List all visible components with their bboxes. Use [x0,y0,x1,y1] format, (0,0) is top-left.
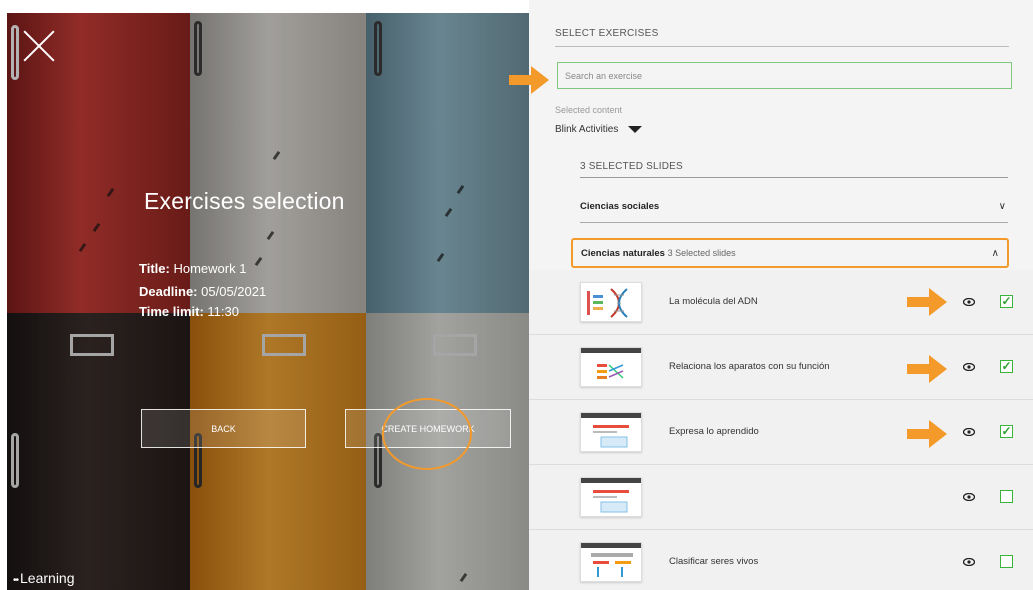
accordion-ciencias-naturales[interactable]: Ciencias naturales 3 Selected slides ∧ [571,238,1009,268]
pointer-arrow-icon [907,355,947,383]
exercise-checkbox[interactable]: ✓ [1000,295,1013,308]
pointer-arrow-icon [907,288,947,316]
info-label: Deadline: [139,284,198,299]
dark-overlay [7,13,529,590]
write-thumbnail-icon [593,425,629,448]
info-value: Homework 1 [173,261,247,276]
page-title: Exercises selection [144,188,345,214]
accordion-ciencias-sociales[interactable]: Ciencias sociales ∨ [580,196,1006,216]
info-label: Title: [139,261,170,276]
exercise-checkbox[interactable] [1000,555,1013,568]
exercise-thumbnail [580,347,642,387]
match-thumbnail-icon [597,364,624,379]
back-button[interactable]: BACK [141,409,306,448]
exercise-row: Clasificar seres vivos [529,530,1033,590]
write-thumbnail-icon [593,490,629,513]
info-value: 11:30 [207,304,239,319]
time-limit-info: Time limit: 11:30 [139,303,239,320]
eye-icon[interactable] [963,558,975,566]
section-title: SELECT EXERCISES [555,28,659,39]
exercise-checkbox[interactable]: ✓ [1000,425,1013,438]
exercise-checkbox[interactable]: ✓ [1000,360,1013,373]
caret-down-icon [628,126,643,133]
info-label: Time limit: [139,304,204,319]
eye-icon[interactable] [963,428,975,436]
divider [580,222,1008,223]
accordion-title: Ciencias naturales [581,247,665,259]
homework-title-info: Title: Homework 1 [139,260,246,277]
brand-dots: •• [13,575,19,586]
exercise-thumbnail [580,412,642,452]
exercise-row: Relaciona los aparatos con su función ✓ [529,335,1033,400]
exercise-thumbnail [580,477,642,517]
brand-name: Learning [20,570,75,586]
exercise-selection-panel: SELECT EXERCISES Selected content Blink … [509,0,1033,590]
background-panel: Exercises selection Title: Homework 1 De… [7,13,529,590]
eye-icon[interactable] [963,493,975,501]
search-input[interactable] [557,62,1012,89]
selected-content-label: Selected content [555,105,623,115]
eye-icon[interactable] [963,298,975,306]
exercise-title: Expresa lo aprendido [669,426,759,437]
exercise-title: Relaciona los aparatos con su función [669,361,830,372]
exercise-thumbnail [580,542,642,582]
deadline-info: Deadline: 05/05/2021 [139,283,266,300]
exercise-title: La molécula del ADN [669,296,758,307]
exercise-checkbox[interactable] [1000,490,1013,503]
divider [555,46,1009,47]
exercise-row: Expresa lo aprendido ✓ [529,400,1033,465]
chevron-down-icon: ∨ [998,200,1006,212]
exercise-row: La molécula del ADN ✓ [529,270,1033,335]
accordion-title: Ciencias sociales [580,200,660,212]
eye-icon[interactable] [963,363,975,371]
dropdown-value: Blink Activities [555,124,619,135]
brand-logo: •• Learning [13,570,75,586]
exercise-list: La molécula del ADN ✓ Relaciona los apar… [529,270,1033,590]
exercise-title: Clasificar seres vivos [669,556,759,567]
classify-thumbnail-icon [591,553,633,577]
exercise-thumbnail [580,282,642,322]
accordion-subtitle: 3 Selected slides [667,247,736,258]
accordion-heading: Ciencias naturales 3 Selected slides [581,248,736,259]
info-value: 05/05/2021 [201,284,267,299]
close-icon[interactable] [22,29,56,63]
create-homework-button[interactable]: CREATE HOMEWORK [345,409,511,448]
selection-header: SELECT EXERCISES Selected content Blink … [509,0,1033,270]
selected-slides-count: 3 SELECTED SLIDES [580,161,683,172]
chevron-up-icon: ∧ [991,247,999,259]
content-source-dropdown[interactable]: Blink Activities [555,124,643,135]
dna-thumbnail-icon [587,288,628,318]
pointer-arrow-icon [907,420,947,448]
exercise-row [529,465,1033,530]
divider [580,177,1008,178]
